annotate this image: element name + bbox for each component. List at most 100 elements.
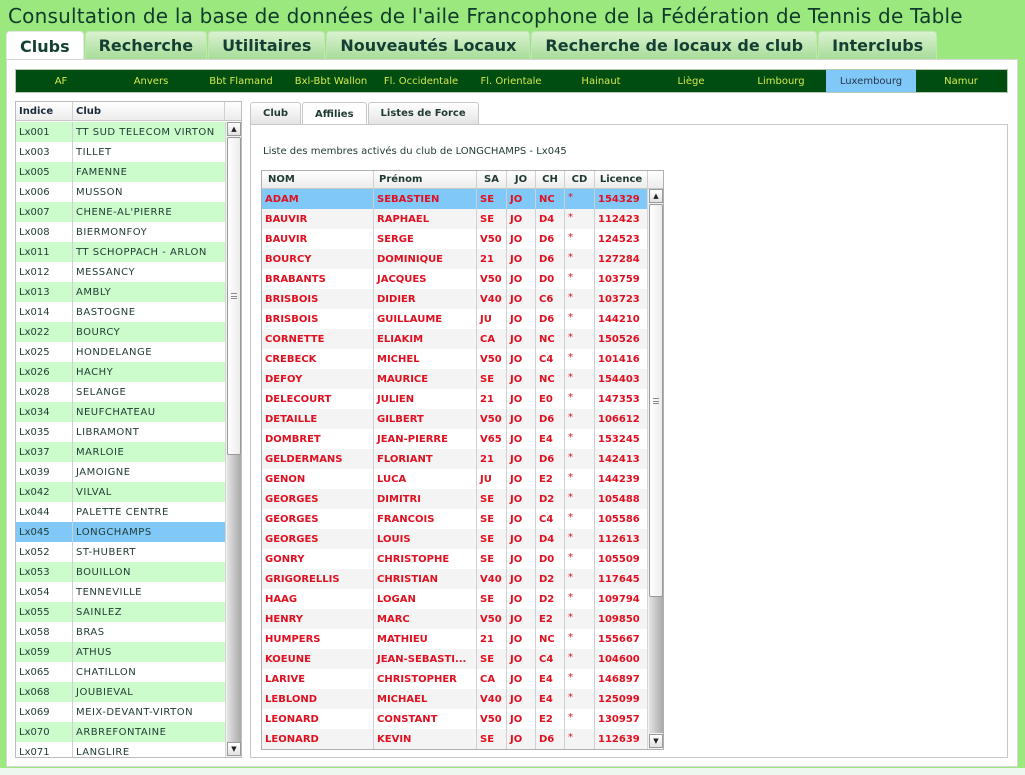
member-row[interactable]: HUMPERS MATHIEU 21 JO NC * 155667 [262,629,648,649]
club-row[interactable]: Lx014 BASTOGNE [16,302,226,322]
region-hainaut[interactable]: Hainaut [556,70,646,92]
tab-recherche-locaux[interactable]: Recherche de locaux de club [531,31,818,59]
column-header-ch[interactable]: CH [536,171,565,188]
member-row[interactable]: BAUVIR SERGE V50 JO D6 * 124523 [262,229,648,249]
member-row[interactable]: DELECOURT JULIEN 21 JO E0 * 147353 [262,389,648,409]
column-header-sa[interactable]: SA [477,171,507,188]
column-header-indice[interactable]: Indice [16,102,73,120]
club-row[interactable]: Lx007 CHENE-AL'PIERRE [16,202,226,222]
member-row[interactable]: CREBECK MICHEL V50 JO C4 * 101416 [262,349,648,369]
region-namur[interactable]: Namur [916,70,1006,92]
member-row[interactable]: LEONARD KEVIN SE JO D6 * 112639 [262,729,648,749]
member-row[interactable]: ADAM SEBASTIEN SE JO NC * 154329 [262,189,648,209]
region-bbt-flamand[interactable]: Bbt Flamand [196,70,286,92]
club-row[interactable]: Lx022 BOURCY [16,322,226,342]
club-row[interactable]: Lx069 MEIX-DEVANT-VIRTON [16,702,226,722]
member-row[interactable]: LEBLOND MICHAEL V40 JO E4 * 125099 [262,689,648,709]
member-row[interactable]: LEONARD CONSTANT V50 JO E2 * 130957 [262,709,648,729]
tab-listes-de-force[interactable]: Listes de Force [367,102,479,124]
club-row[interactable]: Lx001 TT SUD TELECOM VIRTON [16,122,226,142]
region-liege[interactable]: Liège [646,70,736,92]
club-row[interactable]: Lx008 BIERMONFOY [16,222,226,242]
column-header-prenom[interactable]: Prénom [374,171,477,188]
member-row[interactable]: BOURCY DOMINIQUE 21 JO D6 * 127284 [262,249,648,269]
club-row[interactable]: Lx013 AMBLY [16,282,226,302]
club-row[interactable]: Lx003 TILLET [16,142,226,162]
club-row[interactable]: Lx006 MUSSON [16,182,226,202]
tab-recherche[interactable]: Recherche [84,31,208,59]
member-row[interactable]: KOEUNE JEAN-SEBASTI... SE JO C4 * 104600 [262,649,648,669]
tab-utilitaires[interactable]: Utilitaires [208,31,326,59]
club-row[interactable]: Lx028 SELANGE [16,382,226,402]
club-row[interactable]: Lx011 TT SCHOPPACH - ARLON [16,242,226,262]
club-row[interactable]: Lx042 VILVAL [16,482,226,502]
member-row[interactable]: HAAG LOGAN SE JO D2 * 109794 [262,589,648,609]
club-row[interactable]: Lx045 LONGCHAMPS [16,522,226,542]
member-row[interactable]: GELDERMANS FLORIANT 21 JO D6 * 142413 [262,449,648,469]
tab-interclubs[interactable]: Interclubs [818,31,938,59]
club-list-scrollbar[interactable]: ▲ ▼ [225,122,241,757]
scroll-thumb[interactable] [227,137,241,455]
club-row[interactable]: Lx039 JAMOIGNE [16,462,226,482]
member-sa: SE [477,529,507,549]
club-row[interactable]: Lx035 LIBRAMONT [16,422,226,442]
member-row[interactable]: GENON LUCA JU JO E2 * 144239 [262,469,648,489]
column-header-nom[interactable]: NOM [262,171,374,188]
members-scrollbar[interactable]: ▲ ▼ [647,189,663,749]
club-row[interactable]: Lx055 SAINLEZ [16,602,226,622]
club-row[interactable]: Lx044 PALETTE CENTRE [16,502,226,522]
member-row[interactable]: DETAILLE GILBERT V50 JO D6 * 106612 [262,409,648,429]
scroll-up-button[interactable]: ▲ [649,189,663,203]
club-row[interactable]: Lx037 MARLOIE [16,442,226,462]
member-row[interactable]: GEORGES FRANCOIS SE JO C4 * 105586 [262,509,648,529]
club-row[interactable]: Lx053 BOUILLON [16,562,226,582]
region-fl-orientale[interactable]: Fl. Orientale [466,70,556,92]
column-header-jo[interactable]: JO [507,171,536,188]
region-bxl-bbt-wallon[interactable]: Bxl-Bbt Wallon [286,70,376,92]
region-anvers[interactable]: Anvers [106,70,196,92]
club-row[interactable]: Lx059 ATHUS [16,642,226,662]
club-row[interactable]: Lx034 NEUFCHATEAU [16,402,226,422]
member-row[interactable]: LARIVE CHRISTOPHER CA JO E4 * 146897 [262,669,648,689]
club-row[interactable]: Lx052 ST-HUBERT [16,542,226,562]
club-indice: Lx071 [16,742,73,757]
scroll-down-button[interactable]: ▼ [227,742,241,756]
member-row[interactable]: DEFOY MAURICE SE JO NC * 154403 [262,369,648,389]
member-prenom: KEVIN [374,729,477,749]
region-fl-occidentale[interactable]: Fl. Occidentale [376,70,466,92]
region-limbourg[interactable]: Limbourg [736,70,826,92]
member-row[interactable]: BRISBOIS DIDIER V40 JO C6 * 103723 [262,289,648,309]
member-row[interactable]: HENRY MARC V50 JO E2 * 109850 [262,609,648,629]
member-row[interactable]: BRISBOIS GUILLAUME JU JO D6 * 144210 [262,309,648,329]
scroll-up-button[interactable]: ▲ [227,122,241,136]
club-row[interactable]: Lx026 HACHY [16,362,226,382]
member-row[interactable]: BRABANTS JACQUES V50 JO D0 * 103759 [262,269,648,289]
member-row[interactable]: GEORGES LOUIS SE JO D4 * 112613 [262,529,648,549]
member-row[interactable]: GEORGES DIMITRI SE JO D2 * 105488 [262,489,648,509]
club-row[interactable]: Lx005 FAMENNE [16,162,226,182]
member-row[interactable]: DOMBRET JEAN-PIERRE V65 JO E4 * 153245 [262,429,648,449]
column-header-cd[interactable]: CD [565,171,595,188]
member-row[interactable]: GONRY CHRISTOPHE SE JO D0 * 105509 [262,549,648,569]
column-header-licence[interactable]: Licence [595,171,648,188]
tab-affilies[interactable]: Affilies [302,102,367,125]
member-row[interactable]: BAUVIR RAPHAEL SE JO D4 * 112423 [262,209,648,229]
column-header-club[interactable]: Club [73,102,225,120]
club-row[interactable]: Lx070 ARBREFONTAINE [16,722,226,742]
tab-nouveautes-locaux[interactable]: Nouveautés Locaux [326,31,531,59]
region-luxembourg[interactable]: Luxembourg [826,70,916,92]
club-row[interactable]: Lx071 LANGLIRE [16,742,226,757]
member-row[interactable]: GRIGORELLIS CHRISTIAN V40 JO D2 * 117645 [262,569,648,589]
club-row[interactable]: Lx054 TENNEVILLE [16,582,226,602]
club-row[interactable]: Lx068 JOUBIEVAL [16,682,226,702]
tab-club[interactable]: Club [250,102,302,124]
scroll-down-button[interactable]: ▼ [649,734,663,748]
region-af[interactable]: AF [16,70,106,92]
club-row[interactable]: Lx012 MESSANCY [16,262,226,282]
club-row[interactable]: Lx065 CHATILLON [16,662,226,682]
member-row[interactable]: CORNETTE ELIAKIM CA JO NC * 150526 [262,329,648,349]
club-row[interactable]: Lx058 BRAS [16,622,226,642]
club-row[interactable]: Lx025 HONDELANGE [16,342,226,362]
scroll-thumb[interactable] [649,204,663,597]
tab-clubs[interactable]: Clubs [6,31,84,60]
